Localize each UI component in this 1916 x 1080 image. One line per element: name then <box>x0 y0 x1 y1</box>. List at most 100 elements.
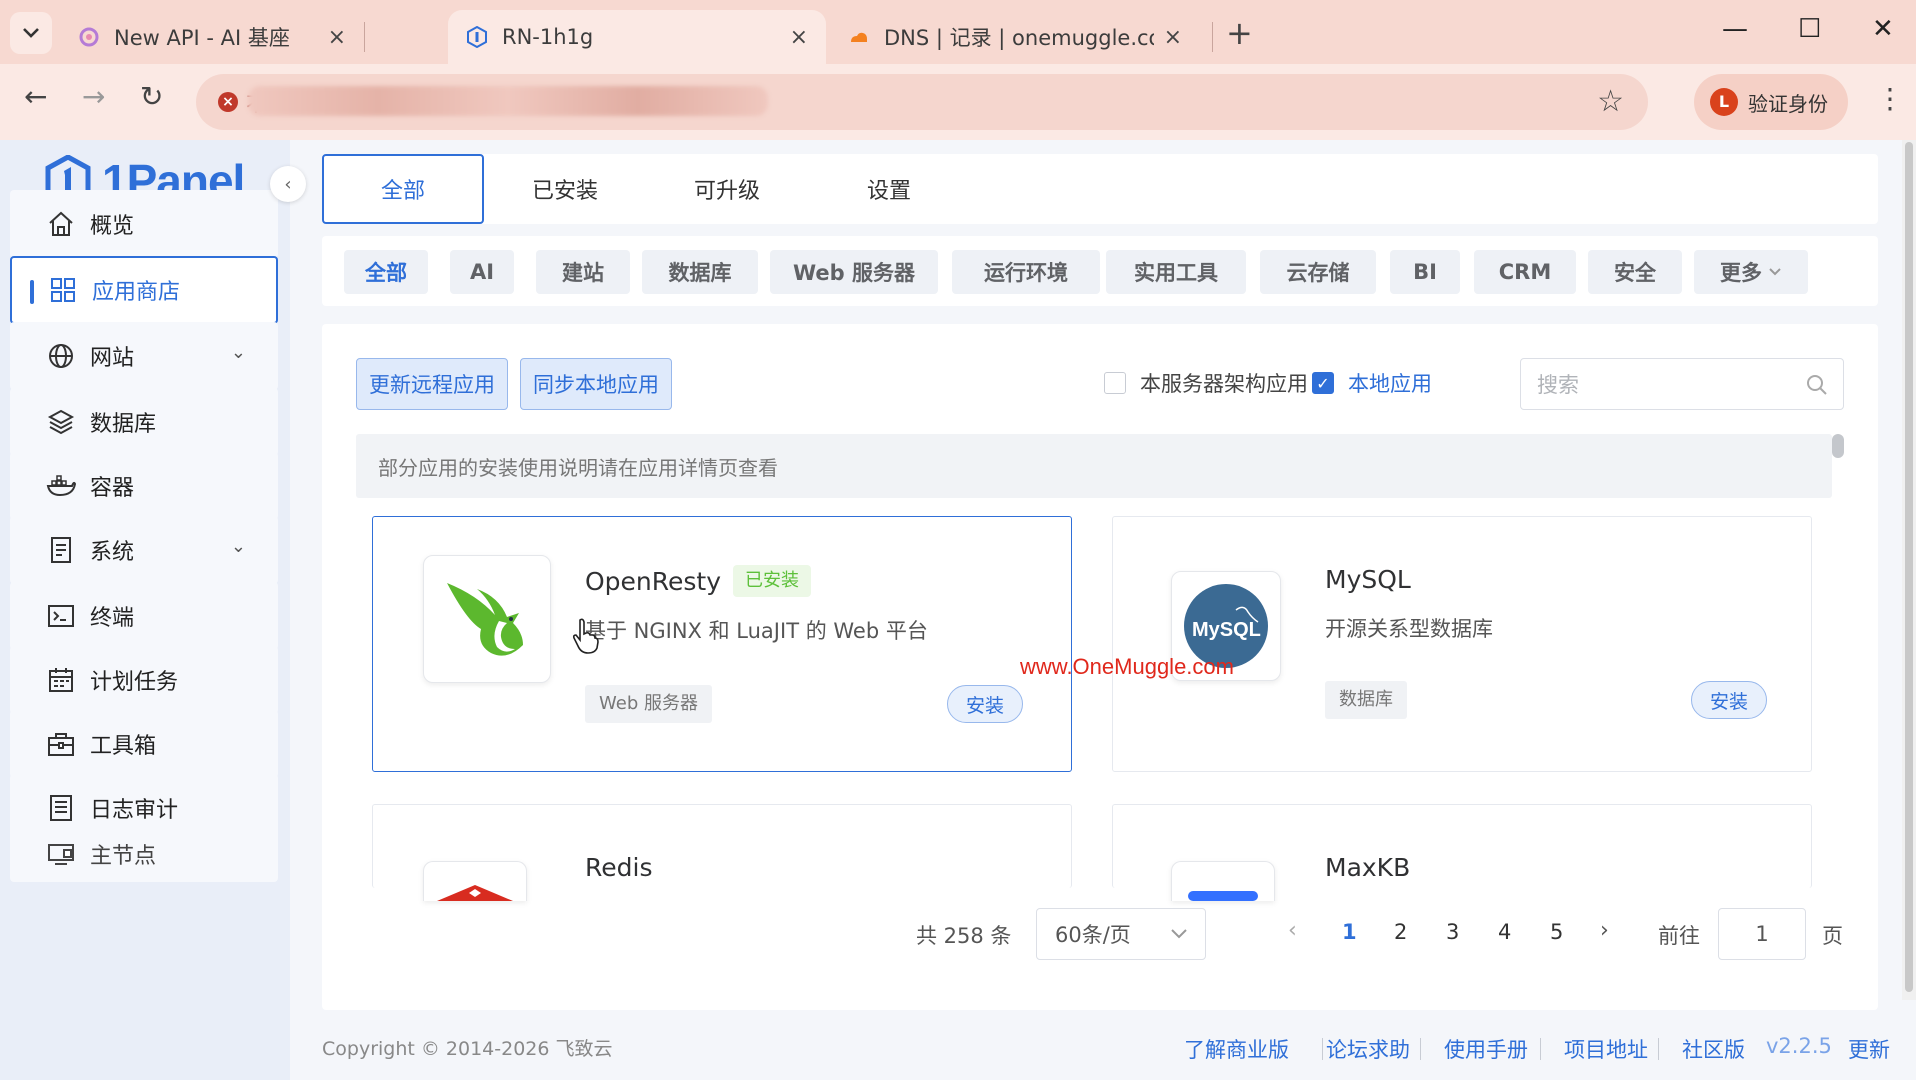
tab-installed[interactable]: 已安装 <box>484 154 646 224</box>
reload-button[interactable]: ↻ <box>140 80 163 113</box>
app-category-tag: 数据库 <box>1325 681 1407 719</box>
scrollbar-thumb[interactable] <box>1905 142 1913 992</box>
collapse-sidebar-button[interactable]: ‹ <box>270 166 306 202</box>
search-placeholder: 搜索 <box>1537 373 1579 397</box>
forward-button[interactable]: → <box>82 80 105 113</box>
sidebar-item-app-store[interactable]: 应用商店 <box>10 256 278 324</box>
category-bi[interactable]: BI <box>1390 250 1460 294</box>
category-runtime[interactable]: 运行环境 <box>952 250 1100 294</box>
close-tab-icon[interactable]: × <box>328 25 346 50</box>
category-all[interactable]: 全部 <box>344 250 428 294</box>
goto-label: 前往 <box>1658 924 1700 948</box>
page-4[interactable]: 4 <box>1498 920 1511 944</box>
category-tools[interactable]: 实用工具 <box>1106 250 1246 294</box>
install-button[interactable]: 安装 <box>1691 681 1767 719</box>
list-scrollbar[interactable] <box>1832 434 1844 458</box>
project-link[interactable]: 项目地址 <box>1564 1034 1648 1064</box>
page-scrollbar[interactable] <box>1902 140 1916 1000</box>
page-3[interactable]: 3 <box>1446 920 1459 944</box>
goto-suffix: 页 <box>1822 924 1843 948</box>
sidebar-item-overview[interactable]: 概览 <box>10 190 278 258</box>
sidebar-item-toolbox[interactable]: 工具箱 <box>10 710 278 778</box>
category-security[interactable]: 安全 <box>1588 250 1682 294</box>
close-tab-icon[interactable]: × <box>790 25 808 50</box>
forum-link[interactable]: 论坛求助 <box>1326 1034 1410 1064</box>
terminal-icon <box>46 601 76 631</box>
tab-title: DNS | 记录 | onemuggle.com <box>884 26 1154 50</box>
tab-upgradable[interactable]: 可升级 <box>646 154 808 224</box>
sidebar-item-terminal[interactable]: 终端 <box>10 582 278 650</box>
category-website[interactable]: 建站 <box>536 250 630 294</box>
install-button[interactable]: 安装 <box>947 685 1023 723</box>
category-ai[interactable]: AI <box>450 250 514 294</box>
page-size-select[interactable]: 60条/页 <box>1036 908 1206 960</box>
redis-logo <box>423 861 527 901</box>
maximize-button[interactable]: ☐ <box>1798 14 1821 44</box>
sidebar-item-system[interactable]: 系统 ⌄ <box>10 516 278 584</box>
sidebar-item-database[interactable]: 数据库 <box>10 388 278 456</box>
url-omnibox[interactable]: × 不 ☆ <box>196 74 1648 130</box>
total-count: 共 258 条 <box>916 924 1012 948</box>
chevron-down-icon <box>1171 929 1187 939</box>
sidebar-item-label: 工具箱 <box>90 734 157 759</box>
browser-tab-newapi[interactable]: New API - AI 基座 × <box>60 10 364 64</box>
tab-search-button[interactable] <box>10 12 52 54</box>
close-tab-icon[interactable]: × <box>1164 25 1182 50</box>
community-edition-link[interactable]: 社区版 <box>1682 1034 1745 1064</box>
minimize-button[interactable]: — <box>1722 14 1748 44</box>
sidebar-item-website[interactable]: 网站 ⌄ <box>10 322 278 390</box>
business-edition-link[interactable]: 了解商业版 <box>1184 1034 1289 1064</box>
avatar: L <box>1710 88 1738 116</box>
browser-tab-dns[interactable]: DNS | 记录 | onemuggle.com × <box>830 10 1200 64</box>
tab-all[interactable]: 全部 <box>322 154 484 224</box>
server-arch-checkbox[interactable]: 本服务器架构应用 <box>1104 368 1308 398</box>
page-2[interactable]: 2 <box>1394 920 1407 944</box>
category-web-server[interactable]: Web 服务器 <box>770 250 938 294</box>
newapi-favicon-icon <box>79 27 99 47</box>
profile-verify-button[interactable]: L 验证身份 <box>1694 74 1848 130</box>
prev-page-button[interactable]: ‹ <box>1288 918 1297 943</box>
app-card-maxkb[interactable]: MaxKB <box>1112 804 1812 901</box>
page-5[interactable]: 5 <box>1550 920 1563 944</box>
browser-tab-rn[interactable]: RN-1h1g × <box>448 10 826 64</box>
category-filter-bar: 全部 AI 建站 数据库 Web 服务器 运行环境 实用工具 云存储 BI CR… <box>322 236 1878 306</box>
sidebar-item-container[interactable]: 容器 <box>10 452 278 520</box>
category-more[interactable]: 更多 <box>1694 250 1808 294</box>
goto-page-input[interactable]: 1 <box>1718 908 1806 960</box>
search-input[interactable]: 搜索 <box>1520 358 1844 410</box>
close-window-button[interactable]: ✕ <box>1872 14 1894 44</box>
back-button[interactable]: ← <box>24 80 47 113</box>
globe-icon <box>46 341 76 371</box>
tab-separator <box>364 22 365 52</box>
tab-settings[interactable]: 设置 <box>808 154 970 224</box>
app-name: MaxKB <box>1325 853 1411 882</box>
sync-local-apps-button[interactable]: 同步本地应用 <box>520 358 672 410</box>
grid-icon <box>48 275 78 305</box>
update-remote-apps-button[interactable]: 更新远程应用 <box>356 358 508 410</box>
app-card-redis[interactable]: Redis <box>372 804 1072 901</box>
category-cloud-storage[interactable]: 云存储 <box>1260 250 1376 294</box>
update-link[interactable]: 更新 <box>1848 1034 1890 1064</box>
docker-icon <box>46 471 76 501</box>
copyright: Copyright © 2014-2026 飞致云 <box>322 1038 613 1060</box>
new-tab-button[interactable]: + <box>1226 14 1253 52</box>
openresty-logo <box>423 555 551 683</box>
category-database[interactable]: 数据库 <box>642 250 758 294</box>
browser-address-bar: ← → ↻ × 不 ☆ L 验证身份 ⋮ <box>0 64 1916 140</box>
cloudflare-favicon-icon <box>851 32 867 42</box>
browser-menu-icon[interactable]: ⋮ <box>1876 82 1904 115</box>
node-icon <box>46 839 76 869</box>
category-crm[interactable]: CRM <box>1474 250 1576 294</box>
app-card-mysql[interactable]: MySQL MySQL 开源关系型数据库 数据库 安装 <box>1112 516 1812 772</box>
redis-logo-icon <box>437 885 513 901</box>
page-1[interactable]: 1 <box>1342 920 1357 944</box>
sidebar-item-cron[interactable]: 计划任务 <box>10 646 278 714</box>
home-icon <box>46 209 76 239</box>
app-card-openresty[interactable]: OpenResty 已安装 基于 NGINX 和 LuaJIT 的 Web 平台… <box>372 516 1072 772</box>
local-app-checkbox[interactable]: ✓ 本地应用 <box>1312 368 1432 398</box>
bookmark-star-icon[interactable]: ☆ <box>1597 84 1624 119</box>
1panel-favicon-icon <box>467 26 487 48</box>
next-page-button[interactable]: › <box>1600 918 1609 943</box>
sidebar-item-master-node[interactable]: 主节点 <box>10 826 278 882</box>
manual-link[interactable]: 使用手册 <box>1444 1034 1528 1064</box>
